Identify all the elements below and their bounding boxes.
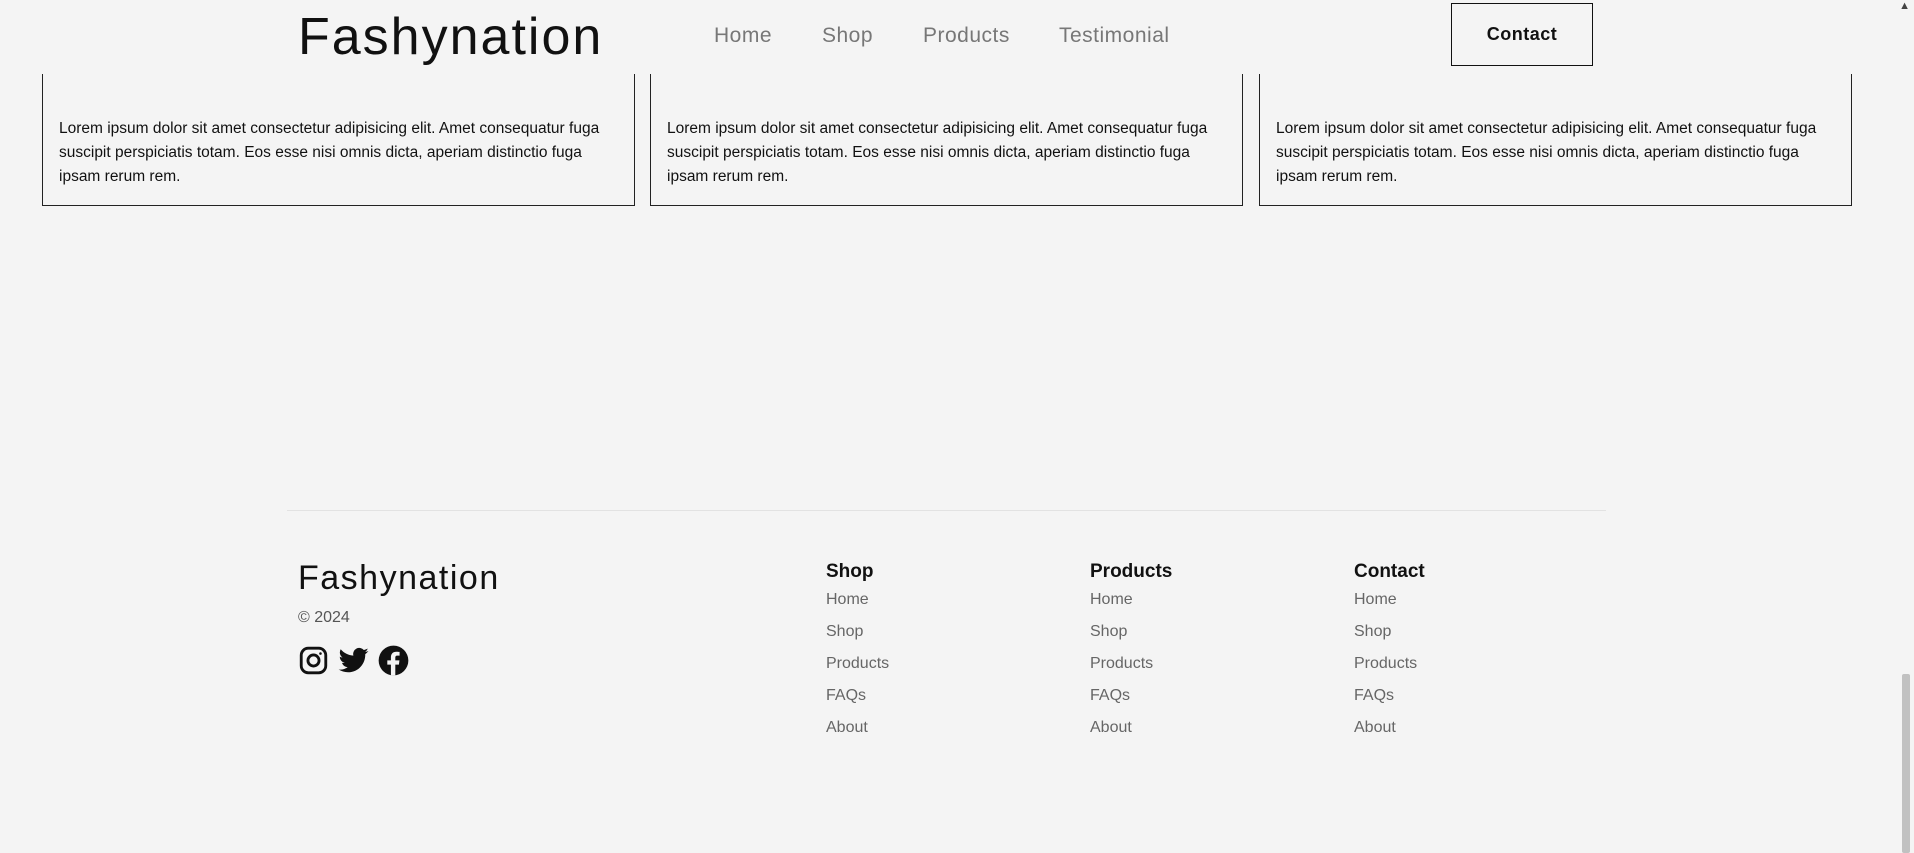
nav-products-link[interactable]: Products (923, 22, 1010, 50)
testimonial-text: Lorem ipsum dolor sit amet consectetur a… (1276, 120, 1817, 185)
facebook-icon[interactable] (378, 645, 409, 676)
testimonial-card: Lorem ipsum dolor sit amet consectetur a… (1259, 60, 1852, 206)
footer-column-contact: Contact Home Shop Products FAQs About (1354, 560, 1554, 750)
footer-link-home[interactable]: Home (1354, 590, 1554, 610)
testimonial-card: Lorem ipsum dolor sit amet consectetur a… (42, 60, 635, 206)
copyright-text: © 2024 (298, 609, 350, 626)
footer-link-home[interactable]: Home (826, 590, 1026, 610)
nav-testimonial-link[interactable]: Testimonial (1059, 22, 1170, 50)
nav-home-link[interactable]: Home (714, 22, 772, 50)
footer-link-faqs[interactable]: FAQs (1090, 686, 1290, 706)
brand-logo[interactable]: Fashynation (298, 6, 603, 68)
contact-button[interactable]: Contact (1451, 3, 1593, 66)
nav-shop-link[interactable]: Shop (822, 22, 873, 50)
footer-column-title: Contact (1354, 561, 1425, 582)
footer-link-shop[interactable]: Shop (1090, 622, 1290, 642)
footer-column-shop: Shop Home Shop Products FAQs About (826, 560, 1026, 750)
page-scrollbar[interactable]: ▲ (1894, 0, 1914, 853)
footer-link-about[interactable]: About (1090, 718, 1290, 738)
footer-column-title: Products (1090, 561, 1173, 582)
testimonial-text: Lorem ipsum dolor sit amet consectetur a… (667, 120, 1208, 185)
footer-link-products[interactable]: Products (1354, 654, 1554, 674)
instagram-icon[interactable] (298, 645, 329, 676)
site-header: Fashynation Home Shop Products Testimoni… (0, 0, 1894, 74)
twitter-icon[interactable] (338, 645, 369, 676)
footer-link-faqs[interactable]: FAQs (1354, 686, 1554, 706)
footer-link-shop[interactable]: Shop (1354, 622, 1554, 642)
footer-divider (287, 510, 1606, 511)
footer-link-home[interactable]: Home (1090, 590, 1290, 610)
footer-link-faqs[interactable]: FAQs (826, 686, 1026, 706)
footer-column-products: Products Home Shop Products FAQs About (1090, 560, 1290, 750)
footer-link-products[interactable]: Products (1090, 654, 1290, 674)
social-links (298, 645, 409, 676)
footer-column-title: Shop (826, 561, 874, 582)
scrollbar-thumb[interactable] (1902, 674, 1910, 853)
testimonial-text: Lorem ipsum dolor sit amet consectetur a… (59, 120, 600, 185)
footer-link-about[interactable]: About (1354, 718, 1554, 738)
footer-link-products[interactable]: Products (826, 654, 1026, 674)
footer-brand[interactable]: Fashynation (298, 556, 500, 600)
testimonial-card: Lorem ipsum dolor sit amet consectetur a… (650, 60, 1243, 206)
footer-link-shop[interactable]: Shop (826, 622, 1026, 642)
scroll-up-arrow-icon[interactable]: ▲ (1899, 0, 1910, 12)
footer-link-about[interactable]: About (826, 718, 1026, 738)
